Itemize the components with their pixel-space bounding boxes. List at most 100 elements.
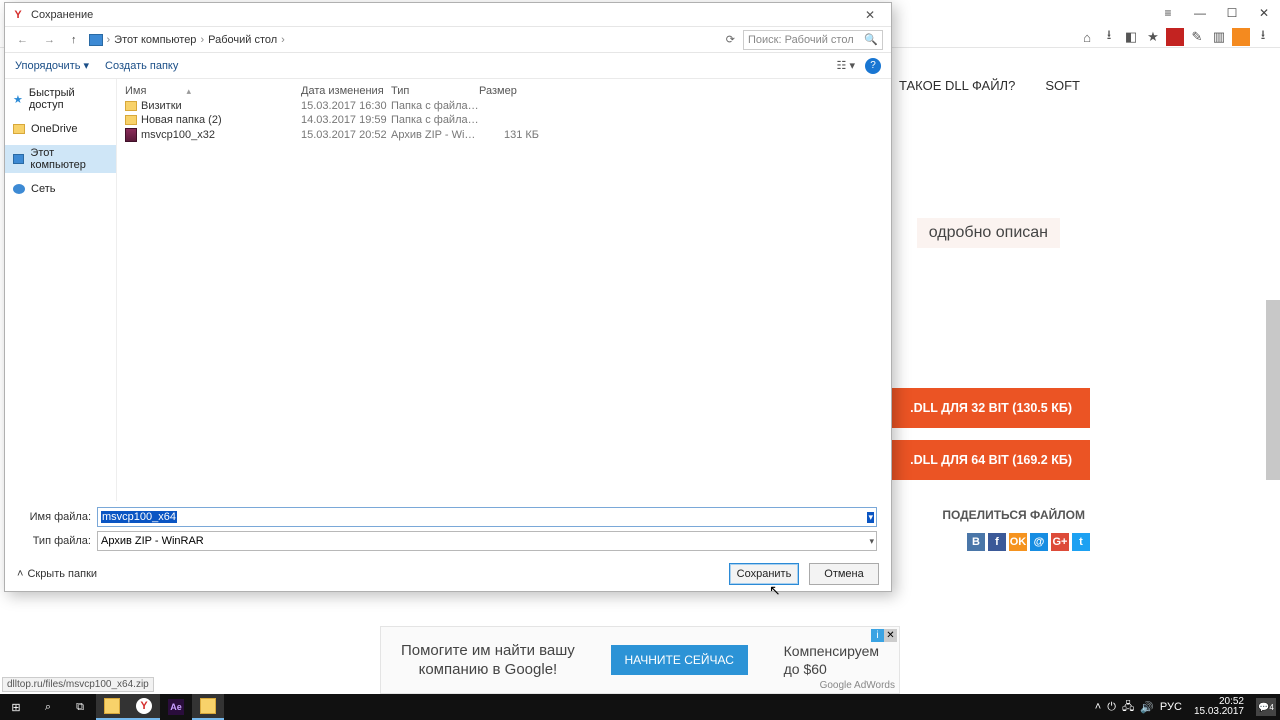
scrollbar-thumb[interactable] (1266, 300, 1280, 480)
save-dialog: Y Сохранение ✕ ← → ↑ › Этот компьютер › … (4, 2, 892, 592)
browser-menu-icon[interactable]: ≡ (1152, 0, 1184, 26)
tray-notifications-icon[interactable]: 💬4 (1256, 698, 1276, 716)
ext-icon[interactable] (1232, 28, 1250, 46)
share-tw-icon[interactable]: t (1072, 533, 1090, 551)
nav-link-soft[interactable]: SOFT (1045, 78, 1080, 93)
share-gplus-icon[interactable]: G+ (1051, 533, 1069, 551)
search-task-icon[interactable]: ⌕ (32, 694, 64, 720)
crumb-desktop[interactable]: Рабочий стол (208, 34, 277, 46)
tray-chevron-icon[interactable]: ˄ (1095, 701, 1101, 713)
share-mail-icon[interactable]: @ (1030, 533, 1048, 551)
sidebar-item-thispc[interactable]: Этот компьютер (5, 145, 116, 173)
nav-fwd-icon: → (40, 34, 59, 46)
tray-network-icon[interactable]: 🖧 (1122, 698, 1134, 717)
file-row[interactable]: Визитки15.03.2017 16:30Папка с файлами (125, 99, 883, 113)
nav-back-icon[interactable]: ← (13, 34, 32, 46)
nav-link-dll[interactable]: ТАКОЕ DLL ФАЙЛ? (899, 78, 1015, 93)
explorer2-task[interactable] (192, 694, 224, 720)
status-bar-url: dlltop.ru/files/msvcp100_x64.zip (2, 677, 154, 692)
yandex-icon: Y (11, 8, 25, 22)
sidebar-item-network[interactable]: Сеть (5, 181, 116, 197)
search-input[interactable]: Поиск: Рабочий стол 🔍 (743, 30, 883, 50)
download-64bit-button[interactable]: .DLL ДЛЯ 64 BIT (169.2 КБ) (892, 440, 1090, 480)
share-title: ПОДЕЛИТЬСЯ ФАЙЛОМ (942, 508, 1085, 522)
ad-banner: i ✕ Помогите им найти вашукомпанию в Goo… (380, 626, 900, 694)
breadcrumb[interactable]: › Этот компьютер › Рабочий стол › (89, 34, 718, 46)
network-icon (13, 184, 25, 194)
new-folder-button[interactable]: Создать папку (105, 60, 178, 72)
star-icon: ★ (13, 93, 23, 106)
minimize-icon[interactable]: — (1184, 0, 1216, 26)
help-icon[interactable]: ? (865, 58, 881, 74)
file-row[interactable]: msvcp100_x3215.03.2017 20:52Архив ZIP - … (125, 127, 883, 143)
nav-up-icon[interactable]: ↑ (67, 34, 81, 46)
share-buttons: B f OK @ G+ t (967, 533, 1090, 551)
chevron-down-icon[interactable]: ▾ (869, 536, 874, 547)
ad-brand: Google AdWords (820, 680, 895, 691)
taskbar: ⊞ ⌕ ⧉ Y Ae ˄ ⏻ 🖧 🔊 РУС 20:5215.03.2017 💬… (0, 694, 1280, 720)
zip-icon (125, 128, 137, 142)
tray-clock[interactable]: 20:5215.03.2017 (1188, 697, 1250, 717)
col-size[interactable]: Размер (479, 85, 539, 97)
ext-icon[interactable]: ◧ (1122, 28, 1140, 46)
file-row[interactable]: Новая папка (2)14.03.2017 19:59Папка с ф… (125, 113, 883, 127)
sidebar-item-onedrive[interactable]: OneDrive (5, 121, 116, 137)
download-32bit-button[interactable]: .DLL ДЛЯ 32 BIT (130.5 КБ) (892, 388, 1090, 428)
save-button[interactable]: Сохранить (729, 563, 799, 585)
ad-text: Помогите им найти вашукомпанию в Google! (401, 641, 575, 680)
pc-icon (89, 34, 103, 46)
ad-close-icon[interactable]: ✕ (884, 629, 897, 642)
maximize-icon[interactable]: ☐ (1216, 0, 1248, 26)
folder-icon (13, 124, 25, 134)
file-header[interactable]: Имя▴ Дата изменения Тип Размер (125, 83, 883, 99)
download-active-icon[interactable]: ⭳ (1254, 28, 1272, 46)
taskview-icon[interactable]: ⧉ (64, 694, 96, 720)
system-tray: ˄ ⏻ 🖧 🔊 РУС 20:5215.03.2017 💬4 (1095, 697, 1280, 717)
share-vk-icon[interactable]: B (967, 533, 985, 551)
tray-sound-icon[interactable]: 🔊 (1140, 701, 1154, 714)
close-browser-icon[interactable]: ✕ (1248, 0, 1280, 26)
search-icon[interactable]: 🔍 (864, 33, 878, 46)
adblock-icon[interactable] (1166, 28, 1184, 46)
sidebar: ★Быстрый доступ OneDrive Этот компьютер … (5, 79, 117, 501)
aftereffects-task[interactable]: Ae (160, 694, 192, 720)
ad-cta-button[interactable]: НАЧНИТЕ СЕЙЧАС (611, 645, 748, 675)
edit-icon[interactable]: ✎ (1188, 28, 1206, 46)
col-name[interactable]: Имя▴ (125, 85, 301, 97)
ad-right-text: Компенсируемдо $60 (784, 642, 879, 678)
share-fb-icon[interactable]: f (988, 533, 1006, 551)
view-mode-icon[interactable]: ☷ ▾ (837, 59, 855, 72)
folder-icon (125, 115, 137, 125)
share-ok-icon[interactable]: OK (1009, 533, 1027, 551)
col-date[interactable]: Дата изменения (301, 85, 391, 97)
folder-icon (125, 101, 137, 111)
filename-input[interactable]: msvcp100_x64▾ (97, 507, 877, 527)
organize-menu[interactable]: Упорядочить ▾ (15, 59, 89, 72)
page-description: одробно описан (917, 218, 1060, 248)
crumb-thispc[interactable]: Этот компьютер (114, 34, 196, 46)
browser-toolbar: ⌂ ⭳ ◧ ★ ✎ ▥ ⭳ (1078, 28, 1272, 46)
file-list: Имя▴ Дата изменения Тип Размер Визитки15… (117, 79, 891, 501)
tray-lang[interactable]: РУС (1160, 701, 1182, 713)
explorer-task[interactable] (96, 694, 128, 720)
tray-power-icon[interactable]: ⏻ (1107, 701, 1116, 714)
ext-icon[interactable]: ▥ (1210, 28, 1228, 46)
start-button[interactable]: ⊞ (0, 694, 32, 720)
sidebar-item-quick[interactable]: ★Быстрый доступ (5, 85, 116, 113)
close-dialog-icon[interactable]: ✕ (855, 8, 885, 22)
hide-folders-toggle[interactable]: ˄Скрыть папки (17, 568, 97, 580)
yandex-task[interactable]: Y (128, 694, 160, 720)
page-nav: ТАКОЕ DLL ФАЙЛ? SOFT (899, 78, 1080, 93)
bookmark-icon[interactable]: ★ (1144, 28, 1162, 46)
download-icon[interactable]: ⭳ (1100, 28, 1118, 46)
col-type[interactable]: Тип (391, 85, 479, 97)
cancel-button[interactable]: Отмена (809, 563, 879, 585)
refresh-icon[interactable]: ⟳ (726, 33, 735, 46)
dialog-title: Сохранение (31, 9, 93, 21)
filetype-label: Тип файла: (19, 535, 91, 547)
pc-icon (13, 154, 24, 164)
ad-info-icon[interactable]: i (871, 629, 884, 642)
filetype-select[interactable]: Архив ZIP - WinRAR▾ (97, 531, 877, 551)
ext-icon[interactable]: ⌂ (1078, 28, 1096, 46)
chevron-down-icon[interactable]: ▾ (867, 512, 874, 523)
